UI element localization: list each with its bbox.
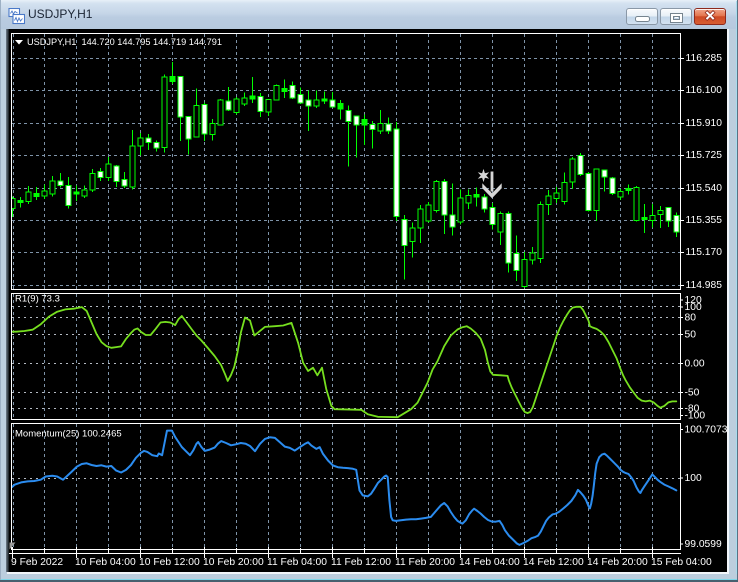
svg-text:Momentum(25) 100.2465: Momentum(25) 100.2465 [15,429,122,440]
svg-text:11 Feb 12:00: 11 Feb 12:00 [331,557,391,568]
svg-text:100.7073: 100.7073 [685,425,728,436]
svg-text:10 Feb 04:00: 10 Feb 04:00 [75,557,136,568]
svg-text:9 Feb 2022: 9 Feb 2022 [11,557,63,568]
svg-text:115.540: 115.540 [686,183,723,194]
svg-text:116.100: 116.100 [686,85,723,96]
svg-text:14 Feb 12:00: 14 Feb 12:00 [523,557,584,568]
svg-text:100: 100 [685,302,702,313]
svg-text:115.725: 115.725 [686,150,723,161]
svg-text:11 Feb 20:00: 11 Feb 20:00 [395,557,455,568]
svg-text:-100: -100 [685,411,706,422]
svg-text:116.285: 116.285 [686,53,723,64]
svg-text:80: 80 [685,313,697,324]
svg-text:14 Feb 20:00: 14 Feb 20:00 [587,557,648,568]
svg-text:0.00: 0.00 [685,359,705,370]
svg-text:-50: -50 [685,388,700,399]
svg-text:114.985: 114.985 [686,280,723,291]
svg-text:R1(9) 73.3: R1(9) 73.3 [15,294,60,305]
svg-text:115.355: 115.355 [686,215,723,226]
svg-text:115.170: 115.170 [686,247,723,258]
svg-text:10 Feb 12:00: 10 Feb 12:00 [139,557,200,568]
svg-text:15 Feb 04:00: 15 Feb 04:00 [651,557,712,568]
svg-text:14 Feb 04:00: 14 Feb 04:00 [459,557,520,568]
svg-text:115.910: 115.910 [686,118,723,129]
svg-text:10 Feb 20:00: 10 Feb 20:00 [203,557,264,568]
svg-text:50: 50 [685,330,697,341]
svg-text:99.0599: 99.0599 [685,539,722,550]
svg-text:100: 100 [685,473,702,484]
svg-text:11 Feb 04:00: 11 Feb 04:00 [267,557,327,568]
svg-text:USDJPY,H1 144.720 144.795 144: USDJPY,H1 144.720 144.795 144.719 144.79… [27,37,222,47]
